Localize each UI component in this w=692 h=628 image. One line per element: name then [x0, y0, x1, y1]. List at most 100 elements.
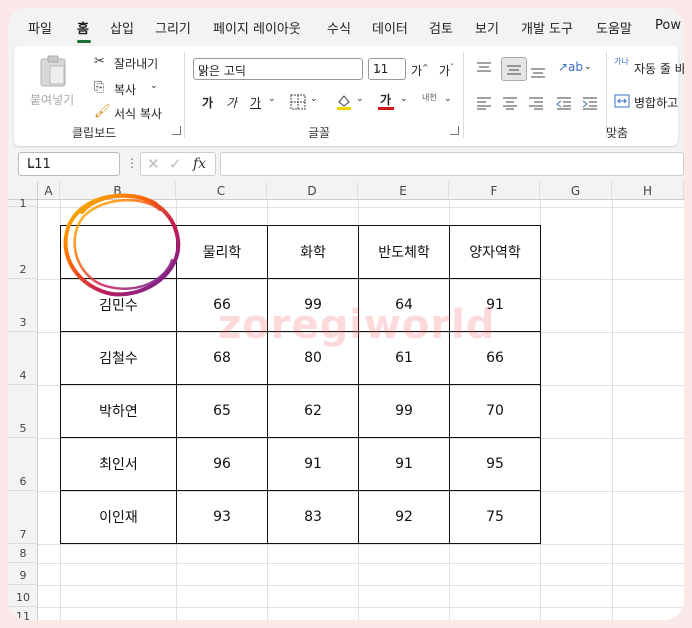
table-cell[interactable]: 99 [267, 278, 359, 332]
table-header-cell[interactable]: 양자역학 [449, 225, 541, 279]
borders-icon[interactable] [290, 94, 306, 110]
column-header-h[interactable]: H [612, 182, 684, 200]
name-box[interactable]: L11 ⌄ [18, 152, 120, 176]
table-cell[interactable]: 65 [176, 384, 268, 438]
orientation-icon[interactable]: ↗ab [558, 60, 583, 74]
table-cell[interactable]: 92 [358, 490, 450, 544]
row-header-2[interactable]: 2 [8, 207, 38, 279]
row-header-10[interactable]: 10 [8, 585, 38, 607]
table-cell[interactable]: 83 [267, 490, 359, 544]
table-cell[interactable]: 70 [449, 384, 541, 438]
menu-developer[interactable]: 개발 도구 [521, 18, 573, 37]
row-header-8[interactable]: 8 [8, 544, 38, 563]
clipboard-launcher-icon[interactable] [172, 126, 181, 135]
bold-button[interactable]: 가 [202, 94, 213, 111]
font-color-button[interactable]: 가 [380, 91, 391, 108]
table-cell[interactable]: 91 [267, 437, 359, 491]
menu-home[interactable]: 홈 [77, 18, 89, 37]
table-cell[interactable]: 이인재 [60, 490, 177, 544]
paste-button[interactable]: 붙여넣기 [28, 52, 76, 108]
table-cell[interactable]: 김민수 [60, 278, 177, 332]
table-header-cell[interactable]: 화학 [267, 225, 359, 279]
table-cell[interactable]: 93 [176, 490, 268, 544]
table-cell[interactable]: 95 [449, 437, 541, 491]
table-cell[interactable]: 80 [267, 331, 359, 385]
phonetic-button[interactable]: 내천 [422, 92, 437, 103]
chevron-down-icon[interactable]: ⌄ [27, 158, 113, 171]
formula-input[interactable] [220, 152, 684, 176]
table-cell[interactable]: 66 [176, 278, 268, 332]
merge-center-button[interactable]: 병합하고 [614, 92, 678, 112]
row-header-7[interactable]: 7 [8, 491, 38, 544]
wrap-text-button[interactable]: 가나 자동 줄 바 [614, 58, 684, 78]
chevron-down-icon[interactable]: ⌄ [584, 62, 592, 72]
row-header-3[interactable]: 3 [8, 279, 38, 332]
menu-file[interactable]: 파일 [28, 18, 52, 37]
row-header-11[interactable]: 11 [8, 607, 38, 620]
column-header-f[interactable]: F [449, 182, 540, 200]
menu-insert[interactable]: 삽입 [110, 18, 134, 37]
menu-page-layout[interactable]: 페이지 레이아웃 [213, 18, 301, 37]
format-painter-button[interactable]: 🖌 서식 복사 [94, 104, 184, 122]
chevron-down-icon[interactable]: ⌄ [268, 94, 276, 104]
font-launcher-icon[interactable] [450, 126, 459, 135]
cut-button[interactable]: ✂ 잘라내기 [94, 54, 174, 72]
italic-button[interactable]: 가 [226, 94, 237, 111]
table-cell[interactable]: 91 [449, 278, 541, 332]
table-cell[interactable]: 64 [358, 278, 450, 332]
menu-power[interactable]: Pow [655, 18, 681, 33]
insert-function-button[interactable]: fx [193, 156, 206, 172]
align-right-icon[interactable] [528, 96, 544, 110]
table-cell[interactable]: 61 [358, 331, 450, 385]
menu-review[interactable]: 검토 [429, 18, 453, 37]
chevron-down-icon[interactable]: ⌄ [400, 94, 408, 104]
table-header-cell[interactable]: 반도체학 [358, 225, 450, 279]
chevron-down-icon[interactable]: ⌄ [444, 94, 452, 104]
row-header-9[interactable]: 9 [8, 563, 38, 585]
align-left-icon[interactable] [476, 96, 492, 110]
font-size-select[interactable]: 11 ⌄ [368, 58, 406, 80]
grow-font-button[interactable]: 가^ [411, 62, 429, 79]
increase-indent-icon[interactable] [582, 96, 598, 110]
column-header-b[interactable]: B [60, 182, 176, 200]
table-cell[interactable]: 91 [358, 437, 450, 491]
menu-help[interactable]: 도움말 [596, 18, 632, 37]
column-header-a[interactable]: A [38, 182, 60, 200]
more-options-icon[interactable]: ⋮ [126, 156, 138, 170]
chevron-down-icon[interactable]: ⌄ [356, 94, 364, 104]
row-header-1[interactable]: 1 [8, 197, 38, 210]
table-cell[interactable]: 99 [358, 384, 450, 438]
decrease-indent-icon[interactable] [556, 96, 572, 110]
top-align-icon[interactable] [476, 62, 492, 76]
table-cell[interactable]: 68 [176, 331, 268, 385]
column-header-d[interactable]: D [267, 182, 358, 200]
align-center-icon[interactable] [502, 96, 518, 110]
table-cell[interactable]: 박하연 [60, 384, 177, 438]
spreadsheet-grid[interactable]: A B C D E F G H 1 2 3 4 5 6 7 8 9 10 11 [8, 182, 684, 620]
menu-data[interactable]: 데이터 [372, 18, 408, 37]
column-header-e[interactable]: E [358, 182, 449, 200]
font-name-select[interactable]: 맑은 고딕 ⌄ [193, 58, 363, 80]
chevron-down-icon[interactable]: ⌄ [310, 94, 318, 104]
middle-align-icon[interactable] [506, 63, 522, 77]
shrink-font-button[interactable]: 가ˇ [439, 62, 454, 79]
cancel-icon[interactable]: ✕ [147, 155, 160, 173]
table-cell[interactable] [60, 225, 177, 279]
column-header-c[interactable]: C [176, 182, 267, 200]
table-cell[interactable]: 66 [449, 331, 541, 385]
table-cell[interactable]: 62 [267, 384, 359, 438]
table-cell[interactable]: 최인서 [60, 437, 177, 491]
copy-button[interactable]: ⎘ 복사 ⌄ [94, 80, 174, 98]
table-cell[interactable]: 75 [449, 490, 541, 544]
underline-button[interactable]: 가 [250, 94, 261, 111]
table-header-cell[interactable]: 물리학 [176, 225, 268, 279]
fill-color-icon[interactable] [335, 92, 353, 110]
table-cell[interactable]: 96 [176, 437, 268, 491]
row-header-5[interactable]: 5 [8, 385, 38, 438]
column-header-g[interactable]: G [540, 182, 612, 200]
bottom-align-icon[interactable] [530, 64, 546, 78]
row-header-6[interactable]: 6 [8, 438, 38, 491]
menu-formulas[interactable]: 수식 [327, 18, 351, 37]
menu-view[interactable]: 보기 [475, 18, 499, 37]
check-icon[interactable]: ✓ [169, 155, 182, 173]
